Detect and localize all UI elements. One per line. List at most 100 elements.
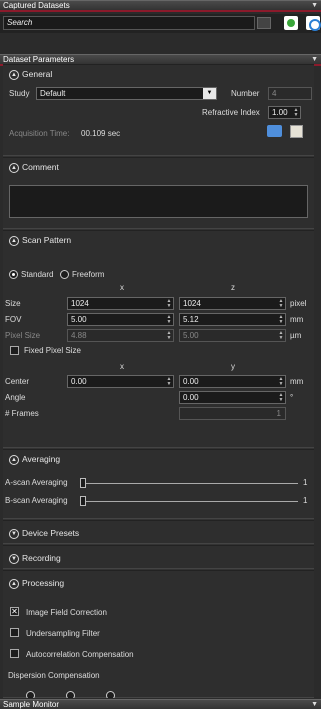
comment-header[interactable]: ▲ Comment xyxy=(3,158,314,176)
fov-z-field[interactable]: 5.12 ▲ ▼ xyxy=(179,313,286,326)
comment-textarea[interactable] xyxy=(9,185,308,218)
scan-pattern-header[interactable]: ▲ Scan Pattern xyxy=(3,231,314,249)
spinner-icon[interactable]: ▲ ▼ xyxy=(278,299,284,309)
captured-datasets-titlebar[interactable]: Captured Datasets ▼ xyxy=(0,0,321,12)
recording-section: ▼ Recording xyxy=(3,545,314,569)
search-button[interactable] xyxy=(257,17,271,29)
size-x-field[interactable]: 1024 ▲ ▼ xyxy=(67,297,174,310)
scan-pattern-section: ▲ Scan Pattern Standard Freeform x z Size… xyxy=(3,230,314,448)
comment-title: Comment xyxy=(22,162,59,172)
fov-x-field[interactable]: 5.00 ▲ ▼ xyxy=(67,313,174,326)
center-unit: mm xyxy=(290,377,304,386)
add-dataset-icon[interactable] xyxy=(284,16,298,30)
size-unit: pixel xyxy=(290,299,307,308)
acquisition-time-value: 00.109 sec xyxy=(81,129,121,138)
search-input[interactable]: Search xyxy=(3,16,255,30)
refresh-icon[interactable] xyxy=(306,16,321,31)
recording-title: Recording xyxy=(22,553,61,563)
autocorrelation-compensation-checkbox[interactable] xyxy=(10,649,19,658)
averaging-header[interactable]: ▲ Averaging xyxy=(3,450,314,468)
study-select[interactable]: Default ▼ xyxy=(36,87,217,100)
number-label: Number xyxy=(231,89,260,98)
size-z-value: 1024 xyxy=(183,299,201,308)
comment-section: ▲ Comment xyxy=(3,157,314,229)
general-header[interactable]: ▲ General xyxy=(3,65,314,83)
ascan-averaging-slider[interactable] xyxy=(80,483,298,484)
save-icon[interactable] xyxy=(267,125,282,137)
dispersion-option-radio[interactable] xyxy=(66,691,75,698)
sample-monitor-titlebar[interactable]: Sample Monitor ▼ xyxy=(0,699,321,709)
fixed-pixel-size-checkbox[interactable] xyxy=(10,346,19,355)
undersampling-filter-checkbox[interactable] xyxy=(10,628,19,637)
chevron-up-icon: ▲ xyxy=(9,69,19,80)
standard-radio[interactable] xyxy=(9,270,18,279)
spinner-icon[interactable]: ▲ ▼ xyxy=(166,377,172,387)
pixel-size-unit: µm xyxy=(290,331,302,340)
angle-unit: ° xyxy=(290,393,294,402)
number-field[interactable]: 4 xyxy=(268,87,312,100)
dispersion-option-radio[interactable] xyxy=(26,691,35,698)
ascan-averaging-label: A-scan Averaging xyxy=(5,478,68,487)
bscan-averaging-value: 1 xyxy=(303,496,308,505)
center-x-field[interactable]: 0.00 ▲ ▼ xyxy=(67,375,174,388)
spinner-icon[interactable]: ▲ ▼ xyxy=(278,393,284,403)
pixel-size-x-field: 4.88 ▲ ▼ xyxy=(67,329,174,342)
dispersion-option-radio[interactable] xyxy=(106,691,115,698)
processing-title: Processing xyxy=(22,578,65,588)
pixel-size-z-value: 5.00 xyxy=(183,331,199,340)
angle-field[interactable]: 0.00 ▲ ▼ xyxy=(179,391,286,404)
fixed-pixel-size-label: Fixed Pixel Size xyxy=(24,346,81,355)
study-label: Study xyxy=(9,89,30,98)
chevron-down-icon[interactable]: ▼ xyxy=(203,88,216,99)
column-x-label: x xyxy=(120,283,124,292)
spinner-icon[interactable]: ▲ ▼ xyxy=(278,315,284,325)
chevron-up-icon: ▲ xyxy=(9,454,19,465)
column-y-label: y xyxy=(231,362,235,371)
dispersion-compensation-label: Dispersion Compensation xyxy=(8,671,100,680)
general-title: General xyxy=(22,69,53,79)
size-z-field[interactable]: 1024 ▲ ▼ xyxy=(179,297,286,310)
bscan-averaging-handle[interactable] xyxy=(80,496,86,506)
bscan-averaging-label: B-scan Averaging xyxy=(5,496,68,505)
fov-unit: mm xyxy=(290,315,304,324)
recording-header[interactable]: ▼ Recording xyxy=(3,546,314,570)
image-field-correction-label: Image Field Correction xyxy=(26,608,107,617)
ascan-averaging-value: 1 xyxy=(303,478,308,487)
averaging-title: Averaging xyxy=(22,454,61,464)
standard-label: Standard xyxy=(21,270,54,279)
ascan-averaging-handle[interactable] xyxy=(80,478,86,488)
collapse-arrow-icon[interactable]: ▼ xyxy=(311,700,318,709)
chevron-up-icon: ▲ xyxy=(9,578,19,589)
pixel-size-label: Pixel Size xyxy=(5,331,41,340)
device-presets-header[interactable]: ▼ Device Presets xyxy=(3,521,314,545)
frames-label: # Frames xyxy=(5,409,39,418)
chevron-up-icon: ▲ xyxy=(9,162,19,173)
refractive-index-field[interactable]: 1.00 ▲ ▼ xyxy=(268,106,301,119)
center-y-field[interactable]: 0.00 ▲ ▼ xyxy=(179,375,286,388)
dataset-parameters-panel: ▲ General Study Default ▼ Number 4 Refrac… xyxy=(3,64,314,698)
spinner-icon: ▲ ▼ xyxy=(166,330,172,341)
spinner-icon[interactable]: ▲ ▼ xyxy=(293,108,299,118)
angle-value: 0.00 xyxy=(183,393,199,402)
image-field-correction-checkbox[interactable]: ✕ xyxy=(10,607,19,616)
size-x-value: 1024 xyxy=(71,299,89,308)
fov-z-value: 5.12 xyxy=(183,315,199,324)
refractive-index-value: 1.00 xyxy=(272,108,288,117)
autocorrelation-compensation-label: Autocorrelation Compensation xyxy=(26,650,134,659)
processing-section: ▲ Processing ✕ Image Field Correction Und… xyxy=(3,570,314,698)
spinner-icon[interactable]: ▲ ▼ xyxy=(166,315,172,325)
size-label: Size xyxy=(5,299,21,308)
averaging-section: ▲ Averaging A-scan Averaging 1 B-scan Ave… xyxy=(3,449,314,519)
dataset-parameters-title: Dataset Parameters xyxy=(3,55,75,64)
collapse-arrow-icon[interactable]: ▼ xyxy=(311,1,318,11)
spinner-icon[interactable]: ▲ ▼ xyxy=(278,377,284,387)
pixel-size-x-value: 4.88 xyxy=(71,331,87,340)
sample-monitor-title: Sample Monitor xyxy=(3,700,60,709)
spinner-icon[interactable]: ▲ ▼ xyxy=(166,299,172,309)
processing-header[interactable]: ▲ Processing xyxy=(3,571,314,595)
notes-icon[interactable] xyxy=(290,125,303,138)
center-y-value: 0.00 xyxy=(183,377,199,386)
freeform-radio[interactable] xyxy=(60,270,69,279)
bscan-averaging-slider[interactable] xyxy=(80,501,298,502)
chevron-up-icon: ▲ xyxy=(9,235,19,246)
